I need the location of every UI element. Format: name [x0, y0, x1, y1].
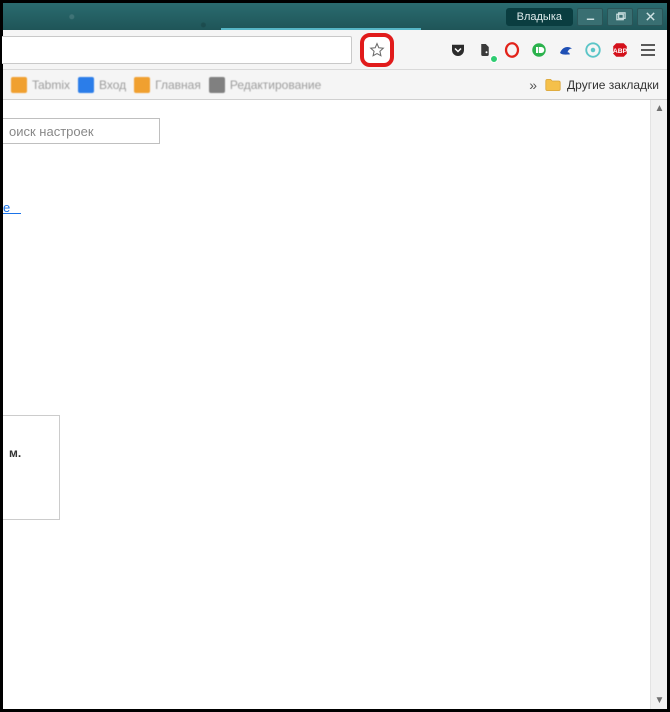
- card-text-fragment: м.: [9, 446, 21, 460]
- maximize-icon: [615, 11, 626, 22]
- settings-card-fragment: м.: [3, 415, 60, 520]
- partial-link[interactable]: е: [3, 200, 21, 214]
- user-profile-pill[interactable]: Владыка: [506, 8, 573, 26]
- settings-search-placeholder: оиск настроек: [9, 124, 94, 139]
- bookmarks-bar: Tabmix Вход Главная Редактирование » Дру…: [3, 70, 667, 100]
- settings-search-input[interactable]: оиск настроек: [3, 118, 160, 144]
- window-titlebar: Владыка: [3, 3, 667, 30]
- other-bookmarks-label: Другие закладки: [567, 78, 659, 92]
- close-button[interactable]: [637, 8, 663, 26]
- scrollbar-up-button[interactable]: ▲: [651, 100, 667, 117]
- favicon-icon: [209, 77, 225, 93]
- page-content: оиск настроек е м. ▲ ▼: [3, 100, 667, 709]
- folder-icon: [545, 78, 561, 92]
- minimize-button[interactable]: [577, 8, 603, 26]
- bookmark-item[interactable]: Редактирование: [209, 77, 321, 93]
- bookmarks-overflow-button[interactable]: »: [529, 77, 537, 93]
- bookmark-star-button[interactable]: [366, 39, 388, 61]
- avast-icon[interactable]: [581, 38, 605, 62]
- pushbullet-icon[interactable]: [527, 38, 551, 62]
- bookmark-label: Tabmix: [32, 78, 70, 92]
- close-icon: [645, 11, 656, 22]
- address-toolbar: ABP: [3, 30, 667, 70]
- adblock-icon[interactable]: ABP: [608, 38, 632, 62]
- bookmark-label: Главная: [155, 78, 201, 92]
- bookmark-star-highlight: [360, 33, 394, 67]
- active-tab-indicator: [221, 28, 421, 30]
- bookmark-item[interactable]: Tabmix: [11, 77, 70, 93]
- bookmark-item[interactable]: Главная: [134, 77, 201, 93]
- dolphin-icon[interactable]: [554, 38, 578, 62]
- favicon-icon: [78, 77, 94, 93]
- scrollbar-down-button[interactable]: ▼: [651, 692, 667, 709]
- other-bookmarks-folder[interactable]: Другие закладки: [545, 78, 659, 92]
- app-menu-button[interactable]: [635, 37, 661, 63]
- pocket-icon[interactable]: [446, 38, 470, 62]
- badge-dot: [490, 55, 498, 63]
- opera-icon[interactable]: [500, 38, 524, 62]
- bookmark-item[interactable]: Вход: [78, 77, 126, 93]
- minimize-icon: [585, 11, 596, 22]
- bookmark-label: Вход: [99, 78, 126, 92]
- favicon-icon: [11, 77, 27, 93]
- star-icon: [368, 41, 386, 59]
- vertical-scrollbar[interactable]: ▲ ▼: [650, 100, 667, 709]
- maximize-button[interactable]: [607, 8, 633, 26]
- svg-text:ABP: ABP: [613, 48, 628, 55]
- hamburger-icon: [640, 43, 656, 57]
- omnibox[interactable]: [2, 36, 352, 64]
- favicon-icon: [134, 77, 150, 93]
- bookmark-label: Редактирование: [230, 78, 321, 92]
- evernote-icon[interactable]: [473, 38, 497, 62]
